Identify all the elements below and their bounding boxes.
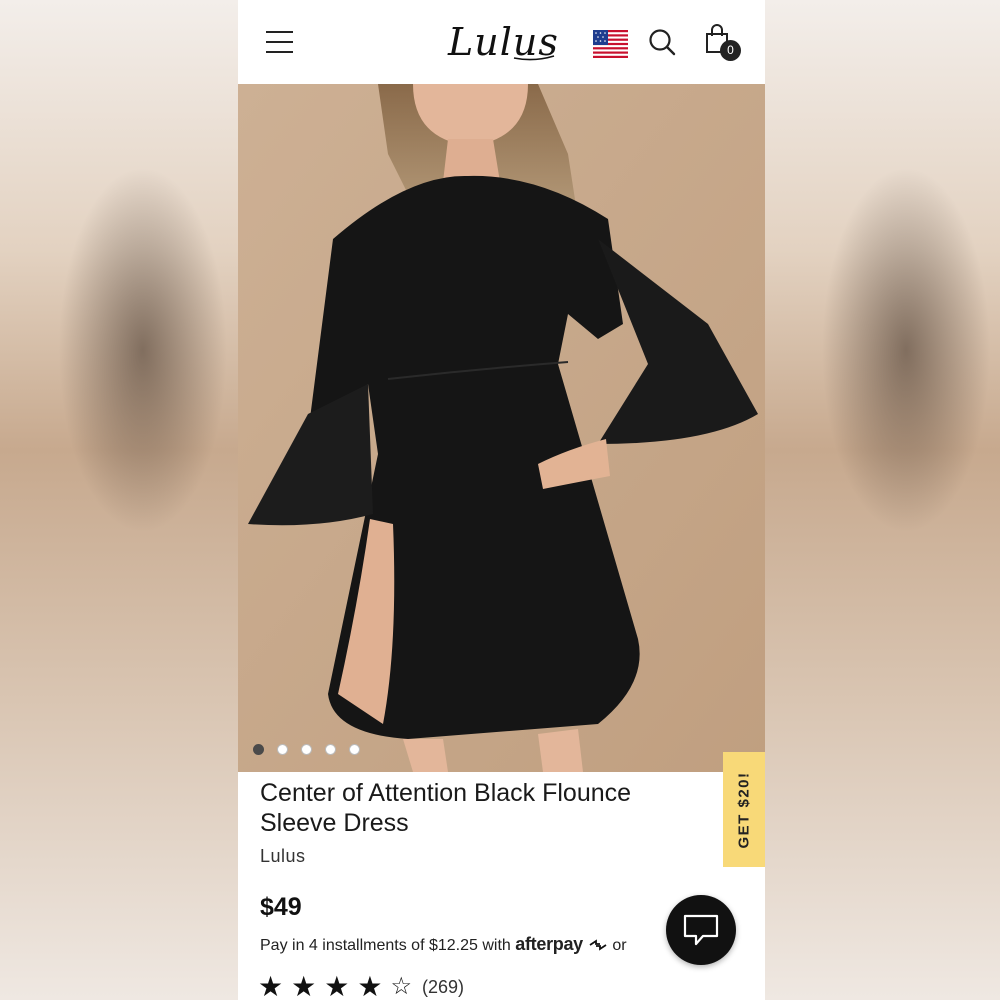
site-header: Lulus 0 [238,0,765,84]
review-count[interactable]: (269) [422,977,464,998]
carousel-dot[interactable] [325,744,336,755]
carousel-dot[interactable] [277,744,288,755]
afterpay-label: afterpay [515,934,583,954]
blurred-background-left [0,0,238,1000]
afterpay-logo[interactable]: afterpay [515,934,612,954]
get-20-promo-tab[interactable]: GET $20! [723,752,765,867]
carousel-dot[interactable] [253,744,264,755]
product-title: Center of Attention Black Flounce Sleeve… [260,779,632,837]
star-full-icon: ★ [324,971,350,1000]
carousel-dot[interactable] [301,744,312,755]
product-brand[interactable]: Lulus [260,846,306,867]
shopping-bag-icon[interactable]: 0 [704,24,744,62]
menu-icon[interactable] [266,31,293,53]
phone-screen: Lulus 0 GET $20! Center of Attention Bla… [238,0,765,1000]
product-photo [238,84,765,772]
star-full-icon: ★ [258,971,284,1000]
chat-icon [683,914,719,946]
us-flag-icon[interactable] [593,30,628,58]
image-carousel-dots [253,744,360,755]
star-full-icon: ★ [357,971,383,1000]
installments-text: Pay in 4 installments of $12.25 with [260,937,511,954]
search-icon[interactable] [648,28,676,56]
afterpay-arrows-icon [589,939,607,951]
cart-count-badge: 0 [720,40,741,61]
lulus-logo[interactable]: Lulus [444,18,558,64]
installments-line: Pay in 4 installments of $12.25 with aft… [260,934,627,955]
product-image[interactable] [238,84,765,772]
carousel-dot[interactable] [349,744,360,755]
product-price: $49 [260,893,302,921]
blurred-background-right [765,0,1000,1000]
star-half-icon: ☆ [390,973,412,1000]
rating-stars[interactable]: ★ ★ ★ ★ ☆ (269) [258,972,464,1000]
chat-button[interactable] [666,895,736,965]
promo-tab-label: GET $20! [735,770,753,849]
or-text: or [612,937,627,954]
star-full-icon: ★ [291,971,317,1000]
